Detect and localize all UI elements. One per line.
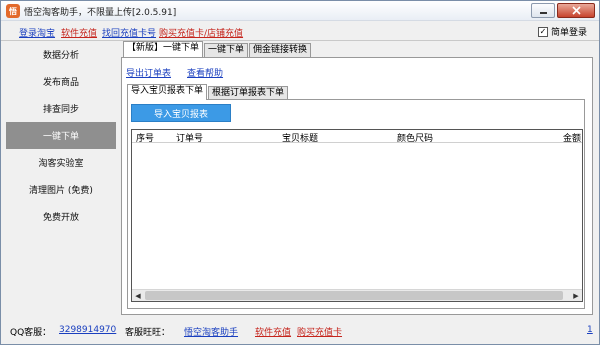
scroll-right-icon[interactable]: ▶ [570, 290, 582, 301]
subtab-import-report[interactable]: 导入宝贝报表下单 [127, 84, 208, 100]
buy-card-link[interactable]: 购买充值卡/店铺充值 [159, 26, 243, 39]
col-order-no[interactable]: 订单号 [176, 131, 203, 144]
grid-header: 序号 订单号 宝贝标题 颜色尺码 金额 [132, 130, 582, 144]
close-button[interactable] [557, 3, 595, 18]
top-link-bar: 登录淘宝 软件充值 找回充值卡号 购买充值卡/店铺充值 ✓ 简单登录 [1, 21, 599, 41]
sidebar-item-data-analysis[interactable]: 数据分析 [6, 41, 116, 68]
sidebar-item-publish[interactable]: 发布商品 [6, 68, 116, 95]
scroll-left-icon[interactable]: ◀ [132, 290, 144, 301]
subtab-content: 导入宝贝报表 序号 订单号 宝贝标题 颜色尺码 金额 ◀ ▶ [127, 99, 585, 309]
sidebar-item-one-click-order[interactable]: 一键下单 [6, 122, 116, 149]
corner-link[interactable]: 1 [587, 325, 593, 335]
status-software-recharge-link[interactable]: 软件充值 [255, 325, 291, 338]
export-orders-link[interactable]: 导出订单表 [126, 66, 171, 79]
subtab-order-report[interactable]: 根据订单报表下单 [208, 86, 289, 100]
main-tabs: 【新版】一键下单 一键下单 佣金链接转换 [123, 41, 312, 57]
title-bar[interactable]: 悟 悟空淘客助手，不限量上传[2.0.5.91] [1, 1, 599, 21]
status-buy-card-link[interactable]: 购买充值卡 [297, 325, 342, 338]
tab-new-one-click[interactable]: 【新版】一键下单 [123, 41, 204, 57]
sidebar-item-lab[interactable]: 淘客实验室 [6, 149, 116, 176]
main-panel: 【新版】一键下单 一键下单 佣金链接转换 导出订单表 查看帮助 导入宝贝报表下单… [119, 41, 596, 316]
simple-login-label: 简单登录 [550, 28, 587, 38]
app-window: 悟 悟空淘客助手，不限量上传[2.0.5.91] 登录淘宝 软件充值 找回充值卡… [0, 0, 600, 345]
orders-grid[interactable]: 序号 订单号 宝贝标题 颜色尺码 金额 ◀ ▶ [131, 129, 583, 302]
qq-label: QQ客服： [10, 328, 52, 338]
help-link[interactable]: 查看帮助 [187, 66, 223, 79]
col-index[interactable]: 序号 [136, 131, 154, 144]
tab-one-click[interactable]: 一键下单 [204, 43, 249, 57]
app-icon: 悟 [6, 4, 20, 18]
scroll-thumb[interactable] [145, 291, 563, 300]
wangwang-label: 客服旺旺： [125, 328, 171, 338]
sidebar-item-clean-images[interactable]: 清理图片 (免费) [6, 176, 116, 203]
import-report-button[interactable]: 导入宝贝报表 [131, 104, 231, 122]
wangwang-link[interactable]: 悟空淘客助手 [184, 325, 238, 338]
software-recharge-link[interactable]: 软件充值 [61, 26, 97, 39]
recover-card-link[interactable]: 找回充值卡号 [102, 26, 156, 39]
qq-number-link[interactable]: 3298914970 [59, 325, 116, 335]
horizontal-scrollbar[interactable]: ◀ ▶ [132, 289, 582, 301]
sidebar-item-sync[interactable]: 排查同步 [6, 95, 116, 122]
close-icon [571, 6, 581, 15]
action-links: 导出订单表 查看帮助 [126, 66, 223, 79]
col-title[interactable]: 宝贝标题 [282, 131, 318, 144]
minimize-button[interactable] [531, 3, 555, 18]
window-title: 悟空淘客助手，不限量上传[2.0.5.91] [24, 8, 177, 18]
simple-login-checkbox[interactable]: ✓ 简单登录 [537, 25, 587, 38]
minimize-icon [539, 12, 547, 14]
sub-tabs: 导入宝贝报表下单 根据订单报表下单 [127, 84, 289, 100]
window-controls [531, 3, 595, 18]
sidebar: 数据分析 发布商品 排查同步 一键下单 淘客实验室 清理图片 (免费) 免费开放 [6, 41, 116, 231]
sidebar-item-free[interactable]: 免费开放 [6, 203, 116, 230]
col-color-size[interactable]: 颜色尺码 [397, 131, 433, 144]
col-amount[interactable]: 金额 [563, 131, 581, 144]
login-taobao-link[interactable]: 登录淘宝 [19, 26, 55, 39]
status-bar: QQ客服： 3298914970 客服旺旺： 悟空淘客助手 软件充值 购买充值卡… [1, 319, 599, 344]
tab-commission-link[interactable]: 佣金链接转换 [249, 43, 312, 57]
checkbox-checked-icon[interactable]: ✓ [537, 26, 548, 37]
tab-content: 导出订单表 查看帮助 导入宝贝报表下单 根据订单报表下单 导入宝贝报表 序号 订… [121, 57, 593, 315]
